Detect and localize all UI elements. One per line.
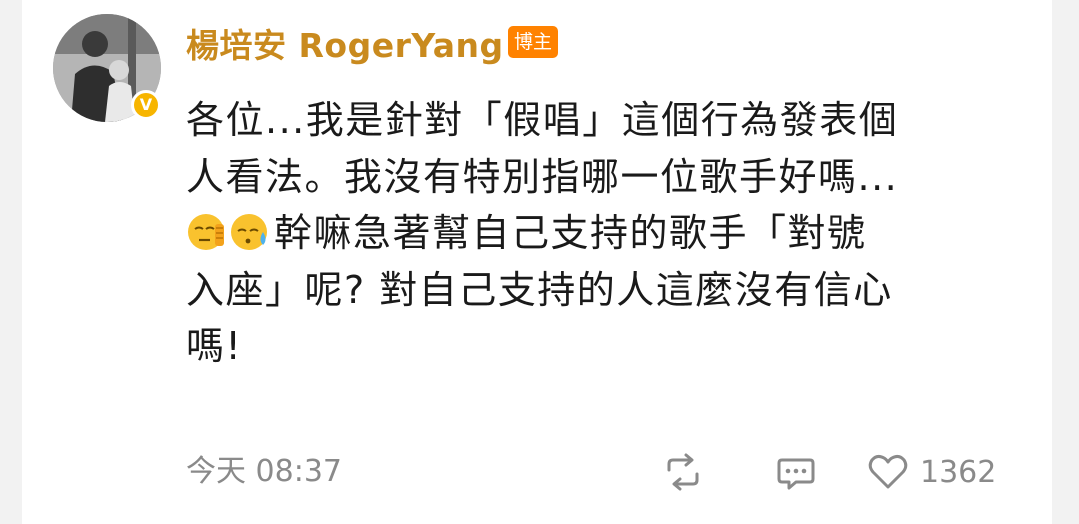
post-timestamp: 今天 08:37: [186, 454, 342, 489]
author-name[interactable]: 楊培安 RogerYang: [186, 22, 504, 70]
post-text-line: 幹嘛急著幫自己支持的歌手「對號: [186, 205, 1036, 262]
comment-button[interactable]: [774, 446, 818, 498]
avatar-container[interactable]: V: [53, 14, 161, 122]
post-body: 各位...我是針對「假唱」這個行為發表個 人看法。我沒有特別指哪一位歌手好嗎..…: [186, 92, 1036, 375]
post-text-line: 各位...我是針對「假唱」這個行為發表個: [186, 98, 899, 142]
repost-icon: [667, 453, 699, 491]
comment-icon: [777, 458, 815, 490]
sweat-emoji-icon: [231, 214, 267, 250]
post-text-segment: 幹嘛急著幫自己支持的歌手「對號: [274, 211, 867, 255]
post-footer: 今天 08:37 1362: [186, 446, 1036, 498]
like-button[interactable]: 1362: [866, 446, 996, 498]
repost-button[interactable]: [661, 446, 705, 498]
role-badge: 博主: [508, 26, 559, 58]
weibo-post-card: V 楊培安 RogerYang 博主 各位...我是針對「假唱」這個行為發表個 …: [22, 0, 1052, 524]
like-count: 1362: [920, 454, 997, 490]
post-text-line: 人看法。我沒有特別指哪一位歌手好嗎...: [186, 154, 899, 199]
post-text-line: 嗎!: [186, 324, 243, 368]
post-text-line: 入座」呢? 對自己支持的人這麼沒有信心: [186, 267, 893, 312]
verified-badge-icon: V: [131, 90, 161, 120]
face-palm-emoji-icon: [188, 214, 224, 250]
heart-icon: [868, 454, 908, 489]
